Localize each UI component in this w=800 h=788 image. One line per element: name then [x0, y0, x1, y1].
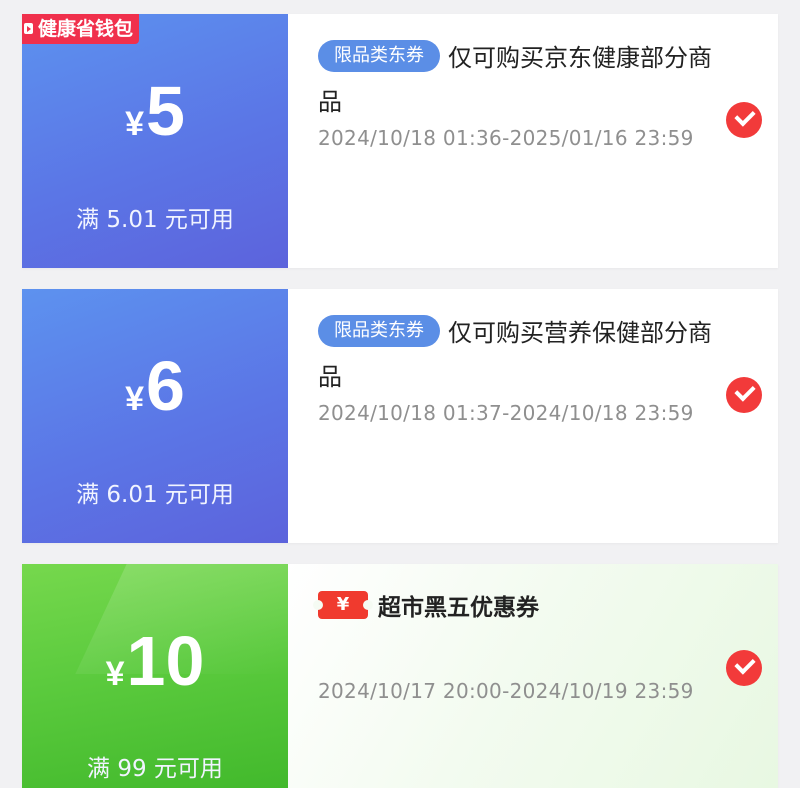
coupon-value-panel: ¥6 满 6.01 元可用: [22, 289, 288, 543]
coupon-title-row: ¥ 超市黑五优惠券: [313, 588, 539, 622]
validity-period: 2024/10/17 20:00-2024/10/19 23:59: [318, 679, 694, 703]
usage-threshold: 满 5.01 元可用: [76, 207, 234, 233]
currency-symbol: ¥: [105, 655, 125, 693]
coupon-detail-panel: 限品类东券 仅可购买京东健康部分商品 2024/10/18 01:36-2025/…: [288, 14, 778, 268]
amount-value: 10: [126, 622, 205, 700]
coupon-description: 限品类东券 仅可购买营养保健部分商品: [318, 311, 718, 399]
coupon-card[interactable]: 健康省钱包 ¥5 满 5.01 元可用 限品类东券 仅可购买京东健康部分商品 20…: [22, 14, 778, 268]
yen-ticket-icon: ¥: [313, 591, 373, 619]
amount-value: 6: [145, 347, 185, 425]
coupon-amount: ¥6: [22, 351, 288, 421]
coupon-description: 限品类东券 仅可购买京东健康部分商品: [318, 36, 718, 124]
validity-period: 2024/10/18 01:36-2025/01/16 23:59: [318, 126, 694, 150]
coupon-list: 健康省钱包 ¥5 满 5.01 元可用 限品类东券 仅可购买京东健康部分商品 20…: [0, 0, 800, 788]
category-coupon-tag: 限品类东券: [318, 315, 440, 347]
coupon-value-panel: ¥10 满 99 元可用: [22, 564, 288, 788]
validity-period: 2024/10/18 01:37-2024/10/18 23:59: [318, 401, 694, 425]
currency-symbol: ¥: [125, 105, 144, 143]
coupon-value-panel: 健康省钱包 ¥5 满 5.01 元可用: [22, 14, 288, 268]
coupon-amount: ¥5: [22, 76, 288, 146]
health-wallet-badge: 健康省钱包: [22, 14, 140, 44]
checkmark-icon[interactable]: [726, 102, 762, 138]
currency-symbol: ¥: [125, 380, 144, 418]
coupon-detail-panel: 限品类东券 仅可购买营养保健部分商品 2024/10/18 01:37-2024/…: [288, 289, 778, 543]
play-icon: [24, 23, 33, 34]
coupon-title: 超市黑五优惠券: [378, 595, 539, 621]
amount-value: 5: [145, 72, 185, 150]
usage-threshold: 满 99 元可用: [87, 756, 223, 782]
coupon-detail-panel: ¥ 超市黑五优惠券 2024/10/17 20:00-2024/10/19 23…: [288, 564, 778, 788]
coupon-amount: ¥10: [22, 626, 288, 696]
coupon-card[interactable]: ¥10 满 99 元可用 ¥ 超市黑五优惠券 2024/10/17 20:00-…: [22, 564, 778, 788]
category-coupon-tag: 限品类东券: [318, 40, 440, 72]
checkmark-icon[interactable]: [726, 650, 762, 686]
badge-label: 健康省钱包: [38, 18, 134, 40]
checkmark-icon[interactable]: [726, 377, 762, 413]
yen-ticket-label: ¥: [336, 594, 350, 615]
coupon-card[interactable]: ¥6 满 6.01 元可用 限品类东券 仅可购买营养保健部分商品 2024/10/…: [22, 289, 778, 543]
usage-threshold: 满 6.01 元可用: [76, 482, 234, 508]
